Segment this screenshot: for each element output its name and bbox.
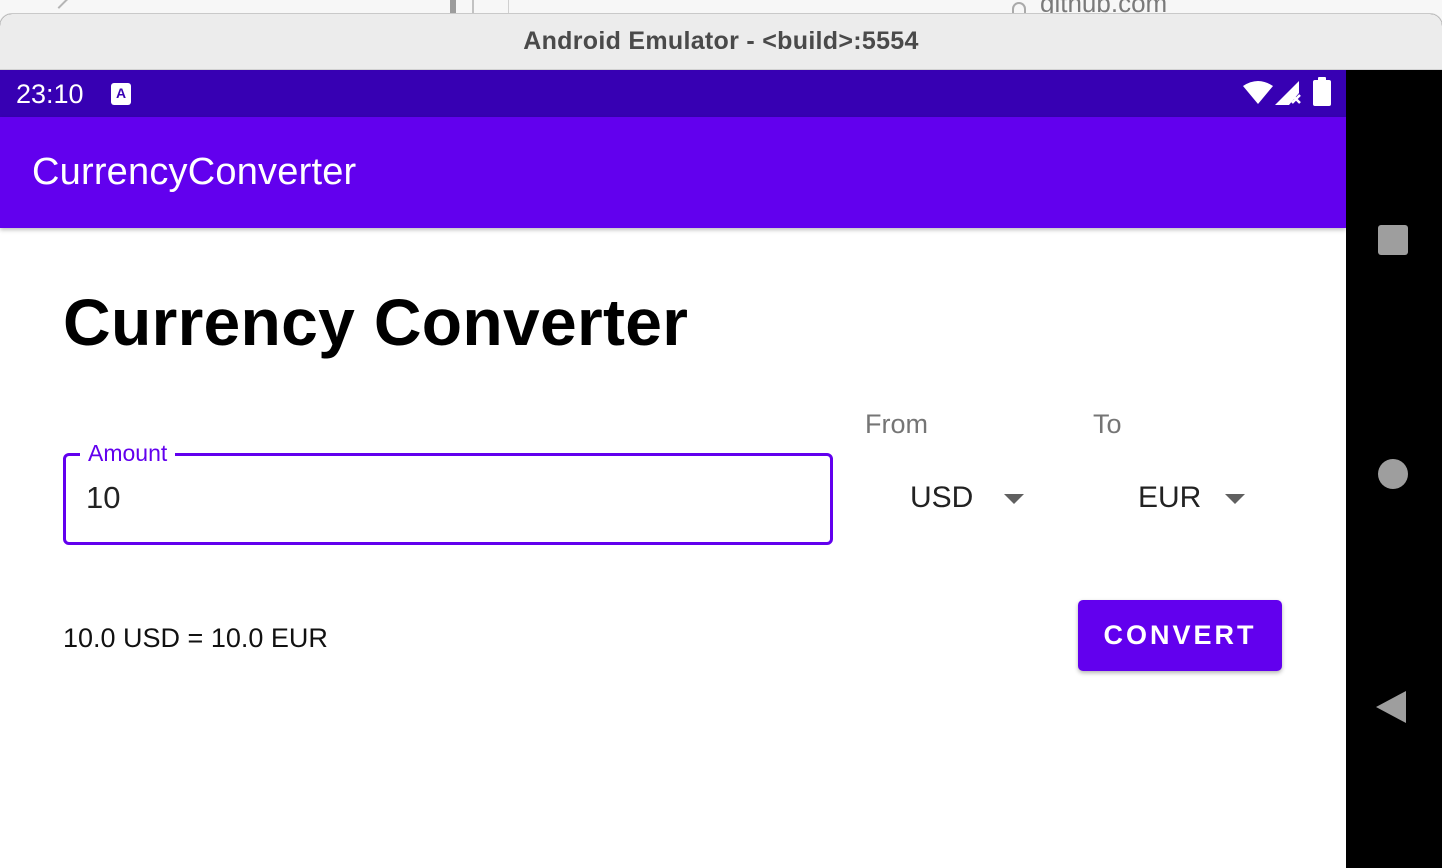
status-time: 23:10 xyxy=(16,79,84,109)
recents-icon[interactable] xyxy=(1378,225,1408,255)
signal-icon xyxy=(1275,81,1303,112)
wifi-icon xyxy=(1243,81,1273,110)
to-label: To xyxy=(1093,409,1122,439)
home-icon[interactable] xyxy=(1378,459,1408,489)
android-screen: 23:10 A CurrencyConverter Currency Conve… xyxy=(0,70,1346,868)
emulator-window: Android Emulator - <build>:5554 23:10 A … xyxy=(0,14,1442,868)
amount-field[interactable]: Amount xyxy=(63,439,833,545)
lock-icon xyxy=(1012,2,1026,14)
dropdown-arrow-icon xyxy=(1225,494,1245,504)
from-label: From xyxy=(865,409,928,439)
amount-input[interactable] xyxy=(86,480,786,516)
to-currency-value: EUR xyxy=(1138,481,1202,514)
battery-icon xyxy=(1313,77,1331,106)
navigation-bar xyxy=(1346,70,1442,868)
app-bar: CurrencyConverter xyxy=(0,117,1346,228)
accessibility-notification-icon: A xyxy=(111,83,131,105)
page-title: Currency Converter xyxy=(63,285,689,359)
to-currency-spinner[interactable]: EUR xyxy=(1138,475,1268,535)
from-currency-value: USD xyxy=(910,481,974,514)
convert-button[interactable]: CONVERT xyxy=(1078,600,1282,671)
back-icon[interactable] xyxy=(1376,691,1406,723)
app-title: CurrencyConverter xyxy=(32,151,357,193)
sidebar-icon xyxy=(450,0,474,14)
toolbar-divider xyxy=(508,0,509,14)
window-title: Android Emulator - <build>:5554 xyxy=(523,27,919,55)
from-currency-spinner[interactable]: USD xyxy=(910,475,1040,535)
chevron-right-icon xyxy=(49,0,69,9)
window-titlebar[interactable]: Android Emulator - <build>:5554 xyxy=(0,14,1442,70)
conversion-result: 10.0 USD = 10.0 EUR xyxy=(63,623,328,653)
dropdown-arrow-icon xyxy=(1004,494,1024,504)
amount-label: Amount xyxy=(80,439,176,467)
status-bar: 23:10 A xyxy=(0,70,1346,117)
